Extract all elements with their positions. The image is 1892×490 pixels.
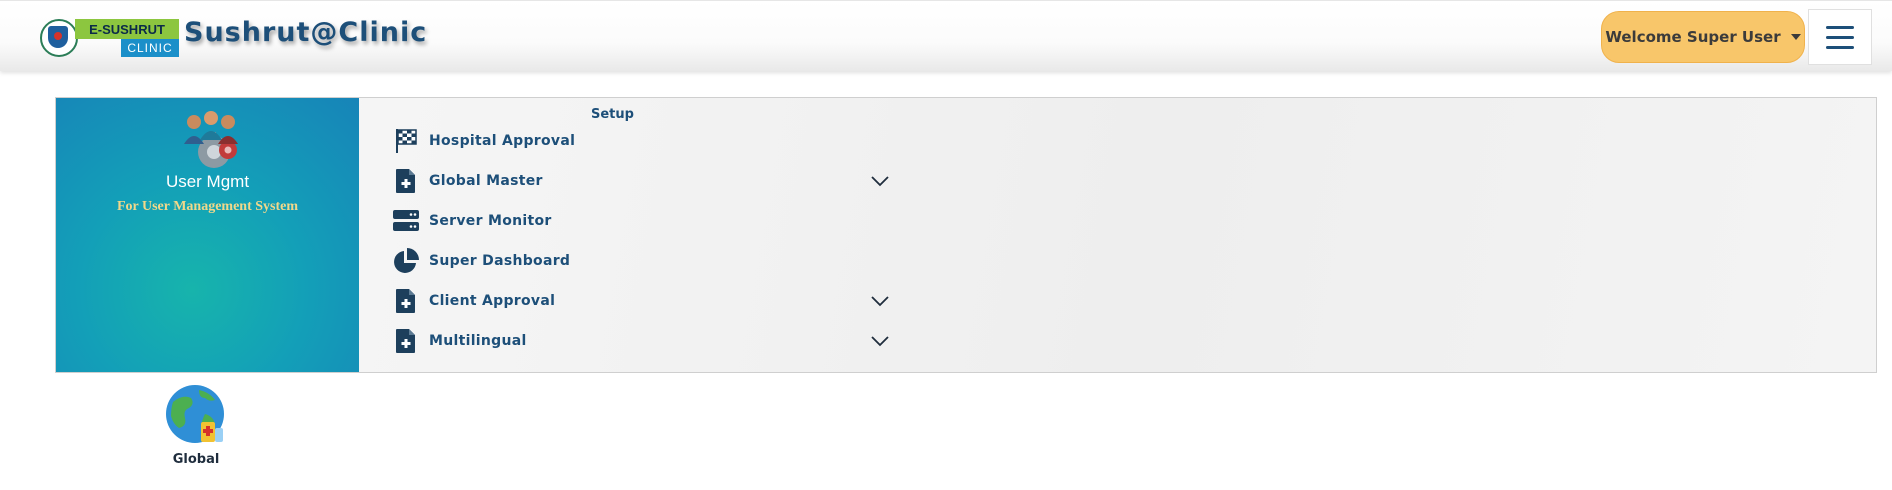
- menu-item-global-master[interactable]: Global Master: [393, 164, 893, 198]
- menu-item-hospital-approval[interactable]: Hospital Approval: [393, 124, 893, 158]
- menu-item-label: Multilingual: [429, 333, 527, 349]
- module-panel: User Mgmt For User Management System Set…: [55, 97, 1877, 373]
- pie-chart-icon: [393, 247, 419, 275]
- setup-section-label: Setup: [591, 107, 634, 122]
- checkered-flag-icon: [393, 127, 419, 155]
- user-menu-button[interactable]: Welcome Super User: [1601, 11, 1805, 63]
- menu-icon-bar: [1826, 35, 1854, 39]
- tile-global-label: Global: [172, 452, 220, 467]
- users-gear-icon: [184, 111, 238, 168]
- menu-item-label: Hospital Approval: [429, 133, 576, 149]
- tile-global[interactable]: [165, 384, 227, 450]
- brand-title: Sushrut@Clinic: [184, 17, 428, 48]
- top-header: E-SUSHRUT CLINIC Sushrut@Clinic Welcome …: [0, 0, 1892, 71]
- chevron-down-icon[interactable]: [871, 295, 889, 307]
- module-card-user-mgmt[interactable]: User Mgmt For User Management System: [56, 98, 359, 372]
- chevron-down-icon[interactable]: [871, 335, 889, 347]
- file-medical-icon: [393, 327, 419, 355]
- logo-bottom-text: CLINIC: [121, 39, 179, 57]
- caret-down-icon: [1790, 34, 1801, 40]
- globe-medical-icon: [166, 385, 224, 443]
- menu-item-label: Server Monitor: [429, 213, 552, 229]
- menu-icon-bar: [1826, 45, 1854, 49]
- menu-icon-bar: [1826, 25, 1854, 29]
- menu-item-multilingual[interactable]: Multilingual: [393, 324, 893, 358]
- logo-top-text: E-SUSHRUT: [75, 19, 179, 39]
- menu-item-label: Client Approval: [429, 293, 556, 309]
- logo-seal-icon: [40, 19, 78, 57]
- file-medical-icon: [393, 287, 419, 315]
- server-icon: [393, 207, 419, 235]
- user-menu-label: Welcome Super User: [1605, 28, 1781, 46]
- module-title: User Mgmt: [165, 172, 250, 191]
- menu-item-client-approval[interactable]: Client Approval: [393, 284, 893, 318]
- file-medical-icon: [393, 167, 419, 195]
- menu-item-label: Super Dashboard: [429, 253, 571, 269]
- menu-item-label: Global Master: [429, 173, 543, 189]
- menu-item-super-dashboard[interactable]: Super Dashboard: [393, 244, 893, 278]
- menu-item-server-monitor[interactable]: Server Monitor: [393, 204, 893, 238]
- chevron-down-icon[interactable]: [871, 175, 889, 187]
- hamburger-menu-button[interactable]: [1808, 9, 1872, 65]
- module-subtitle: For User Management System: [116, 199, 299, 214]
